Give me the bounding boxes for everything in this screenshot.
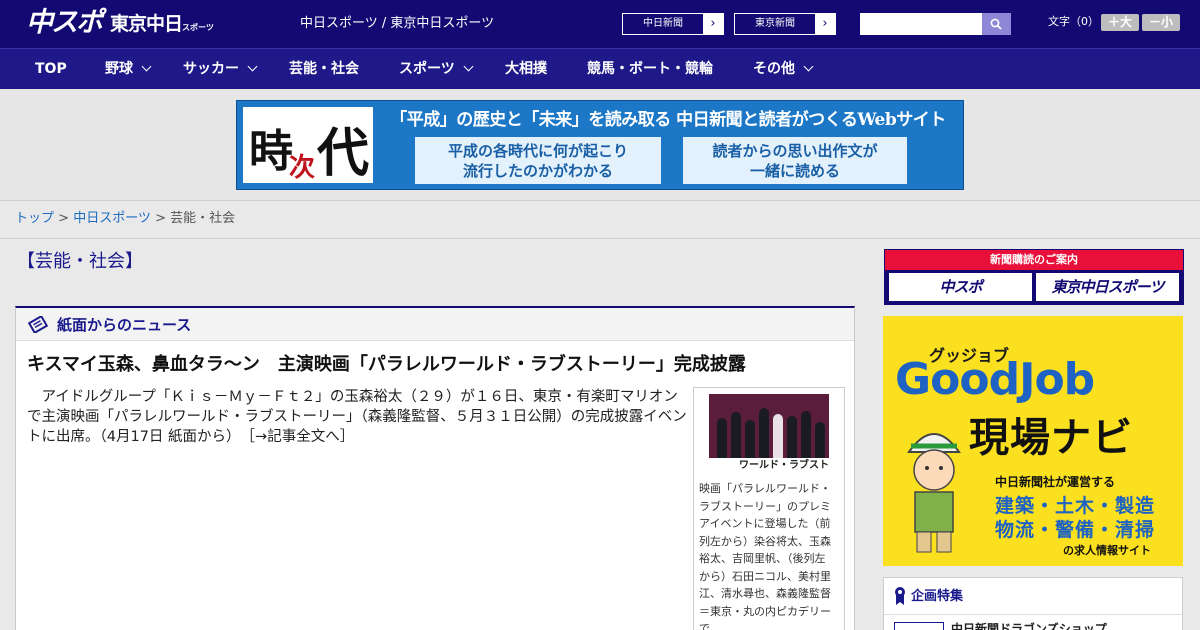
subscribe-tokyo-chunichi-button[interactable]: 東京中日スポーツ xyxy=(1036,273,1179,301)
banner-area: 時 次 代 「平成」の歴史と「未来」を読み取る 中日新聞と読者がつくるWebサイ… xyxy=(0,89,1200,201)
feature-title: 企画特集 xyxy=(911,589,964,604)
page-title: 【芸能・社会】 xyxy=(17,251,143,272)
banner-feature-box: 平成の各時代に何が起こり 流行したのかがわかる xyxy=(415,137,661,184)
nav-item-label: その他 xyxy=(753,61,795,77)
tokyo-shimbun-link[interactable]: 東京新聞 › xyxy=(734,13,836,35)
newspaper-icon xyxy=(28,316,48,333)
search-input[interactable] xyxy=(860,13,982,35)
article-photo-box: ワールド・ラブスト 映画「パラレルワールド・ラブストーリー」のプレミアイベントに… xyxy=(693,387,845,630)
main-nav: TOP 野球 サッカー 芸能・社会 スポーツ 大相撲 競馬・ボート・競輪 その他 xyxy=(0,48,1200,89)
breadcrumb-home-link[interactable]: トップ xyxy=(15,211,54,226)
article-summary: アイドルグループ「Ｋｉｓ－Ｍｙ－Ｆｔ２」の玉森裕太（２９）が１６日、東京・有楽町… xyxy=(27,387,687,447)
ribbon-icon xyxy=(895,587,905,605)
breadcrumb-section-link[interactable]: 中日スポーツ xyxy=(73,211,151,226)
site-title: 中日スポーツ / 東京中日スポーツ xyxy=(300,16,495,31)
chunichi-shimbun-link[interactable]: 中日新聞 › xyxy=(622,13,724,35)
ad-name: 現場ナビ xyxy=(969,415,1133,461)
ad-categories: 物流・警備・清掃 xyxy=(995,519,1156,541)
chunichi-sports-logo[interactable]: 中スポ xyxy=(26,8,103,38)
search-button[interactable] xyxy=(982,13,1011,35)
nav-item-label: 大相撲 xyxy=(505,61,547,77)
banner-feature-box: 読者からの思い出作文が 一緒に読める xyxy=(683,137,907,184)
subscription-box: 新聞購読のご案内 中スポ 東京中日スポーツ xyxy=(884,249,1184,305)
nav-item-racing[interactable]: 競馬・ボート・競輪 xyxy=(587,49,713,90)
chevron-down-icon xyxy=(463,61,474,72)
news-panel: 紙面からのニュース キスマイ玉森、鼻血タラ～ン 主演映画「パラレルワールド・ラブ… xyxy=(15,306,855,630)
font-size-label: 文字（0） xyxy=(1048,15,1099,28)
nav-item-entertainment[interactable]: 芸能・社会 xyxy=(289,49,359,90)
ad-brand: GoodJob xyxy=(895,354,1095,405)
nav-item-label: 野球 xyxy=(105,61,133,77)
tokyo-shimbun-label: 東京新聞 xyxy=(755,18,795,29)
banner-box-line: 平成の各時代に何が起こり xyxy=(447,142,628,160)
calligraphy-char: 次 xyxy=(289,153,316,183)
nav-item-sports[interactable]: スポーツ xyxy=(399,49,474,90)
breadcrumb-separator: > xyxy=(150,211,171,226)
banner-box-line: 読者からの思い出作文が xyxy=(712,142,878,160)
feature-thumbnail[interactable] xyxy=(894,622,944,630)
tokyo-chunichi-logo-text: 東京中日 xyxy=(110,13,183,35)
banner-box-line: 一緒に読める xyxy=(749,162,840,180)
chevron-right-icon: › xyxy=(815,14,835,34)
nav-item-sumo[interactable]: 大相撲 xyxy=(505,49,547,90)
article-body-text: アイドルグループ「Ｋｉｓ－Ｍｙ－Ｆｔ２」の玉森裕太（２９）が１６日、東京・有楽町… xyxy=(27,389,687,445)
chevron-down-icon xyxy=(803,61,814,72)
divider xyxy=(884,614,1182,615)
news-panel-title: 紙面からのニュース xyxy=(57,316,192,334)
read-more-link[interactable]: ［→記事全文へ］ xyxy=(248,429,354,445)
nav-item-label: TOP xyxy=(35,61,67,77)
news-panel-header: 紙面からのニュース xyxy=(16,308,854,341)
nav-item-other[interactable]: その他 xyxy=(753,49,814,90)
photo-strip-text: ワールド・ラブスト xyxy=(739,460,829,471)
nav-item-label: 競馬・ボート・競輪 xyxy=(587,61,713,77)
breadcrumb-separator: > xyxy=(54,211,74,226)
chevron-down-icon xyxy=(247,61,258,72)
nav-item-top[interactable]: TOP xyxy=(35,49,67,90)
calligraphy-logo: 時 次 代 xyxy=(243,107,373,184)
nav-item-label: スポーツ xyxy=(399,61,455,77)
ad-footer: の求人情報サイト xyxy=(1063,544,1151,557)
feature-item-link[interactable]: 中日新聞ドラゴンズショップ xyxy=(951,620,1107,630)
goodjob-ad[interactable]: グッジョブ GoodJob 現場ナビ 中日新聞社が運営する 建築・土木・製造 物… xyxy=(883,316,1183,566)
font-larger-button[interactable]: ＋大 xyxy=(1101,14,1139,31)
search-icon xyxy=(990,18,1002,30)
breadcrumb-current: 芸能・社会 xyxy=(170,211,236,226)
subscription-label: 新聞購読のご案内 xyxy=(885,250,1183,270)
nav-item-baseball[interactable]: 野球 xyxy=(105,49,152,90)
heisei-banner-ad[interactable]: 時 次 代 「平成」の歴史と「未来」を読み取る 中日新聞と読者がつくるWebサイ… xyxy=(236,100,964,190)
tokyo-chunichi-logo[interactable]: 東京中日スポーツ xyxy=(110,12,214,40)
chevron-down-icon xyxy=(141,61,152,72)
nav-item-soccer[interactable]: サッカー xyxy=(183,49,258,90)
divider xyxy=(0,238,1200,239)
nav-item-label: サッカー xyxy=(183,61,239,77)
tokyo-chunichi-logo-sub: スポーツ xyxy=(182,23,214,32)
breadcrumb: トップ > 中日スポーツ > 芸能・社会 xyxy=(15,210,235,228)
feature-box: 企画特集 中日新聞ドラゴンズショップ xyxy=(883,577,1183,630)
site-header: 中スポ 東京中日スポーツ 中日スポーツ / 東京中日スポーツ 中日新聞 › 東京… xyxy=(0,0,1200,48)
chevron-right-icon: › xyxy=(703,14,723,34)
photo-caption: 映画「パラレルワールド・ラブストーリー」のプレミアイベントに登場した（前列左から… xyxy=(699,482,831,630)
banner-headline: 「平成」の歴史と「未来」を読み取る 中日新聞と読者がつくるWebサイト xyxy=(390,110,946,130)
banner-box-line: 流行したのかがわかる xyxy=(462,162,613,180)
subscribe-chunichi-sports-button[interactable]: 中スポ xyxy=(889,273,1032,301)
nav-item-label: 芸能・社会 xyxy=(289,61,359,77)
font-smaller-button[interactable]: －小 xyxy=(1142,14,1180,31)
article-photo[interactable] xyxy=(709,394,829,458)
worker-illustration-icon xyxy=(907,433,961,553)
calligraphy-char: 代 xyxy=(317,123,370,184)
calligraphy-char: 時 xyxy=(249,126,293,177)
ad-categories: 建築・土木・製造 xyxy=(995,495,1156,517)
chunichi-shimbun-label: 中日新聞 xyxy=(643,18,683,29)
ad-operator: 中日新聞社が運営する xyxy=(995,475,1116,489)
article-title[interactable]: キスマイ玉森、鼻血タラ～ン 主演映画「パラレルワールド・ラブストーリー」完成披露 xyxy=(27,353,746,377)
